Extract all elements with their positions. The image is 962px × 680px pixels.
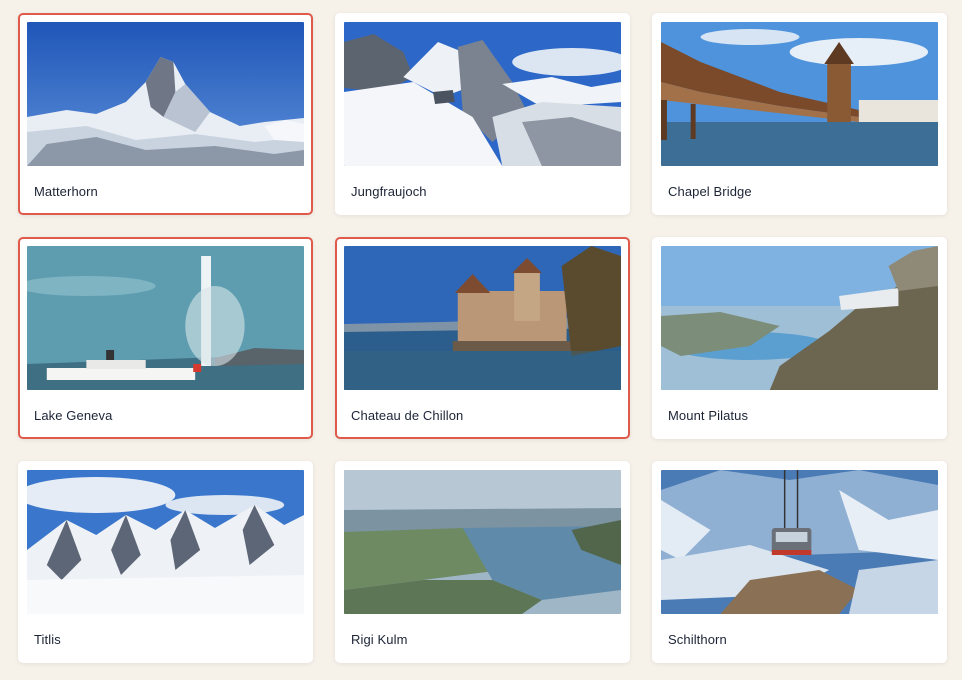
card-chateau-de-chillon[interactable]: Chateau de Chillon: [335, 237, 630, 439]
card-rigi-kulm[interactable]: Rigi Kulm: [335, 461, 630, 663]
card-chapel-bridge[interactable]: Chapel Bridge: [652, 13, 947, 215]
photo-chateau-de-chillon: [344, 246, 621, 390]
photo-schilthorn: [661, 470, 938, 614]
card-jungfraujoch[interactable]: Jungfraujoch: [335, 13, 630, 215]
card-title: Matterhorn: [34, 184, 98, 199]
card-title: Chateau de Chillon: [351, 408, 464, 423]
photo-chapel-bridge: [661, 22, 938, 166]
photo-jungfraujoch: [344, 22, 621, 166]
card-title: Rigi Kulm: [351, 632, 408, 647]
photo-mount-pilatus: [661, 246, 938, 390]
photo-matterhorn: [27, 22, 304, 166]
card-title: Jungfraujoch: [351, 184, 427, 199]
photo-lake-geneva: [27, 246, 304, 390]
card-title: Chapel Bridge: [668, 184, 752, 199]
card-title: Titlis: [34, 632, 61, 647]
card-title: Mount Pilatus: [668, 408, 749, 423]
photo-titlis: [27, 470, 304, 614]
card-title: Schilthorn: [668, 632, 727, 647]
card-lake-geneva[interactable]: Lake Geneva: [18, 237, 313, 439]
card-schilthorn[interactable]: Schilthorn: [652, 461, 947, 663]
card-matterhorn[interactable]: Matterhorn: [18, 13, 313, 215]
photo-grid: Matterhorn Jungfraujoch Chapel Bridge La…: [18, 13, 947, 663]
photo-rigi-kulm: [344, 470, 621, 614]
card-titlis[interactable]: Titlis: [18, 461, 313, 663]
card-mount-pilatus[interactable]: Mount Pilatus: [652, 237, 947, 439]
card-title: Lake Geneva: [34, 408, 113, 423]
